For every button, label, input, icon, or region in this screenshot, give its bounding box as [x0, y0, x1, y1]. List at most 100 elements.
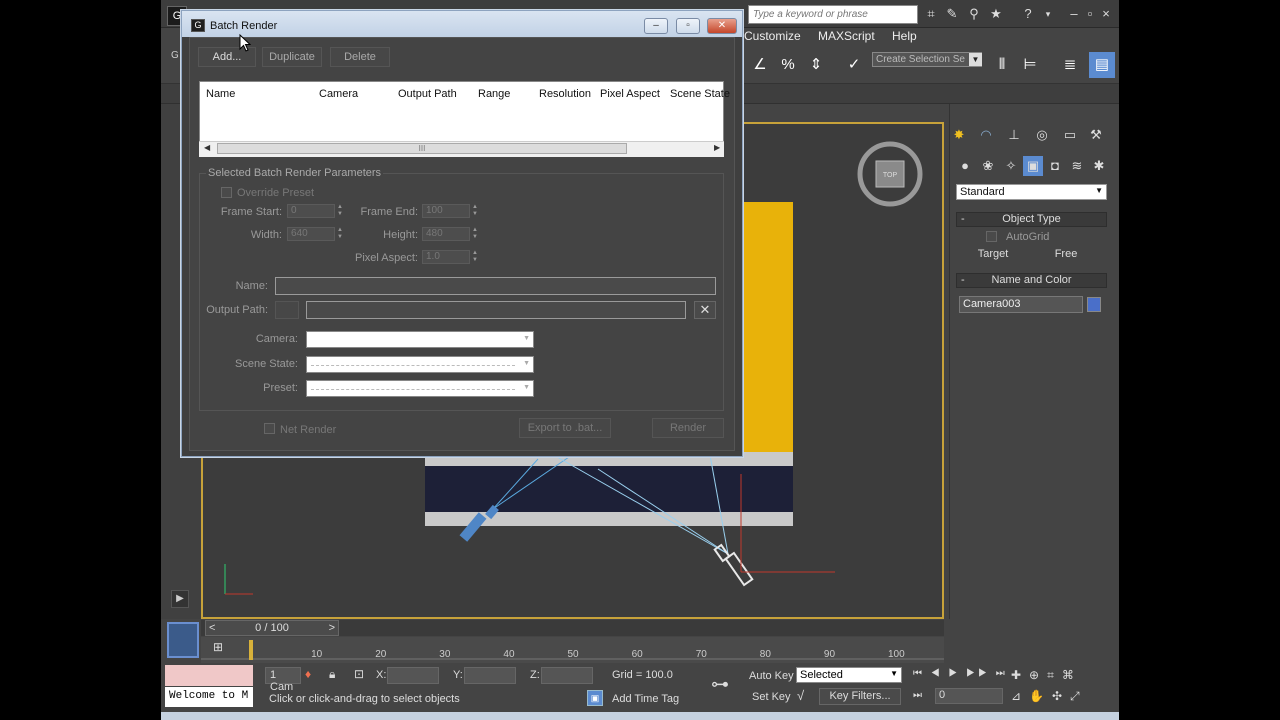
absolute-mode-icon[interactable]: ⊡ — [354, 667, 364, 681]
camera-right-icon[interactable] — [713, 543, 754, 587]
preset-dropdown[interactable]: ▼ — [306, 380, 534, 397]
z-coord-field[interactable] — [541, 667, 593, 684]
lights-icon[interactable]: ✧ — [1001, 156, 1021, 176]
align-icon[interactable]: ⊨ — [1017, 52, 1043, 78]
menu-customize[interactable]: Customize — [744, 29, 801, 43]
mini-curve-editor-button[interactable] — [167, 622, 199, 658]
hierarchy-tab-icon[interactable]: ⊥ — [1004, 125, 1024, 145]
viewcube-compass[interactable]: TOP — [857, 141, 923, 207]
spinner-snap-icon[interactable]: ⇕ — [803, 52, 829, 78]
y-coord-field[interactable] — [464, 667, 516, 684]
set-key-toggle-icon[interactable]: √ — [797, 688, 804, 703]
add-time-tag-button[interactable]: Add Time Tag — [612, 693, 679, 705]
slider-prev-icon[interactable]: < — [209, 621, 215, 635]
close-icon[interactable]: × — [1097, 5, 1115, 23]
column-header-camera[interactable]: Camera — [319, 88, 358, 100]
modify-tab-icon[interactable]: ◠ — [976, 125, 996, 145]
maxscript-listener-input[interactable]: Welcome to M — [165, 687, 253, 707]
object-type-rollout-header[interactable]: - Object Type — [956, 212, 1107, 227]
name-color-rollout-header[interactable]: - Name and Color — [956, 273, 1107, 288]
search-input[interactable]: Type a keyword or phrase — [748, 5, 918, 24]
maxscript-listener-output[interactable] — [165, 665, 253, 686]
duplicate-button[interactable]: Duplicate — [262, 47, 322, 67]
width-spinner[interactable]: ▲ ▼ — [336, 227, 344, 241]
column-header-name[interactable]: Name — [206, 88, 235, 100]
height-spinner[interactable]: ▲ ▼ — [471, 227, 479, 241]
space-warps-icon[interactable]: ≋ — [1067, 156, 1087, 176]
time-tag-icon[interactable]: ▣ — [587, 690, 603, 706]
geometry-icon[interactable]: ● — [955, 156, 975, 176]
helpers-icon[interactable]: ◘ — [1045, 156, 1065, 176]
net-render-checkbox[interactable] — [264, 423, 275, 434]
scene-state-dropdown[interactable]: ▼ — [306, 356, 534, 373]
export-to-bat-button[interactable]: Export to .bat... — [519, 418, 611, 438]
selection-lock-icon[interactable]: 🔒︎ — [329, 667, 335, 682]
height-field[interactable]: 480 — [422, 227, 470, 241]
ribbon-toggle-icon[interactable]: ▤ — [1089, 52, 1115, 78]
set-key-button[interactable]: Set Key — [752, 691, 791, 703]
mirror-icon[interactable]: ⫴ — [989, 52, 1015, 78]
shapes-icon[interactable]: ❀ — [978, 156, 998, 176]
delete-button[interactable]: Delete — [330, 47, 390, 67]
frame-end-spinner[interactable]: ▲ ▼ — [471, 204, 479, 218]
render-button[interactable]: Render — [652, 418, 724, 438]
motion-tab-icon[interactable]: ◎ — [1032, 125, 1052, 145]
name-input[interactable] — [275, 277, 716, 295]
scrollbar-thumb[interactable]: III — [217, 143, 627, 154]
camera-dropdown[interactable]: ▼ — [306, 331, 534, 348]
object-category-dropdown[interactable]: Standard ▼ — [956, 184, 1107, 200]
clear-output-path-icon[interactable]: ✕ — [694, 301, 716, 319]
viewport-nav-controls-row2[interactable]: ⊿✋✣⤢ — [1011, 689, 1088, 704]
dialog-minimize-button[interactable]: – — [644, 18, 668, 34]
target-camera-button[interactable]: Target — [961, 246, 1025, 263]
layer-manager-icon[interactable]: ≣ — [1057, 52, 1083, 78]
column-header-scene-state[interactable]: Scene State — [670, 88, 730, 100]
create-tab-icon[interactable]: ✸ — [949, 125, 969, 145]
column-header-resolution[interactable]: Resolution — [539, 88, 591, 100]
width-field[interactable]: 640 — [287, 227, 335, 241]
cameras-icon[interactable]: ▣ — [1023, 156, 1043, 176]
favorites-star-icon[interactable]: ★ — [987, 5, 1005, 23]
pixel-aspect-field[interactable]: 1.0 — [422, 250, 470, 264]
help-icon[interactable]: ? — [1019, 5, 1037, 23]
dialog-close-button[interactable]: ✕ — [707, 18, 737, 34]
current-frame-field[interactable]: 0 — [935, 688, 1003, 704]
frame-end-field[interactable]: 100 — [422, 204, 470, 218]
viewport-nav-controls[interactable]: ✚⊕⌗⌘ — [1011, 668, 1082, 683]
override-preset-checkbox[interactable] — [221, 187, 232, 198]
menu-help[interactable]: Help — [892, 29, 917, 43]
named-selection-set-field[interactable]: Create Selection Se — [872, 52, 982, 67]
object-color-swatch[interactable] — [1087, 297, 1101, 312]
x-coord-field[interactable] — [387, 667, 439, 684]
scroll-left-icon[interactable]: ◀ — [204, 143, 210, 152]
key-icon[interactable]: ⊶ — [711, 674, 729, 695]
track-bar-filter-icon[interactable]: ⊞ — [213, 640, 231, 658]
current-frame-marker[interactable] — [249, 640, 253, 660]
selection-set-dropdown-icon[interactable]: ▼ — [969, 53, 982, 66]
utilities-tab-icon[interactable]: ⚒ — [1086, 125, 1106, 145]
display-tab-icon[interactable]: ▭ — [1060, 125, 1080, 145]
angle-snap-icon[interactable]: ∠ — [747, 52, 773, 78]
communication-icon[interactable]: ⚲ — [965, 5, 983, 23]
yellow-box-object[interactable] — [743, 202, 793, 452]
systems-icon[interactable]: ✱ — [1089, 156, 1109, 176]
column-header-output-path[interactable]: Output Path — [398, 88, 457, 100]
output-path-input[interactable] — [306, 301, 686, 319]
auto-key-button[interactable]: Auto Key — [749, 670, 794, 682]
key-filters-button[interactable]: Key Filters... — [819, 688, 901, 705]
pixel-aspect-spinner[interactable]: ▲ ▼ — [471, 250, 479, 264]
slider-next-icon[interactable]: > — [329, 621, 335, 635]
time-slider[interactable]: < 0 / 100 > — [205, 620, 339, 636]
autogrid-checkbox[interactable] — [986, 231, 997, 242]
percent-snap-icon[interactable]: % — [775, 52, 801, 78]
column-header-pixel-aspect[interactable]: Pixel Aspect — [600, 88, 660, 100]
tools-icon[interactable]: ✎ — [943, 5, 961, 23]
column-header-range[interactable]: Range — [478, 88, 510, 100]
dark-box-object[interactable] — [425, 466, 793, 512]
viewport-expand-button[interactable]: ▶ — [171, 590, 189, 608]
help-dropdown-icon[interactable]: ▾ — [1039, 5, 1057, 23]
isolate-icon[interactable]: ♦ — [305, 667, 311, 681]
binoculars-icon[interactable]: ⌗ — [922, 5, 940, 23]
object-name-input[interactable]: Camera003 — [959, 296, 1083, 313]
frame-start-field[interactable]: 0 — [287, 204, 335, 218]
